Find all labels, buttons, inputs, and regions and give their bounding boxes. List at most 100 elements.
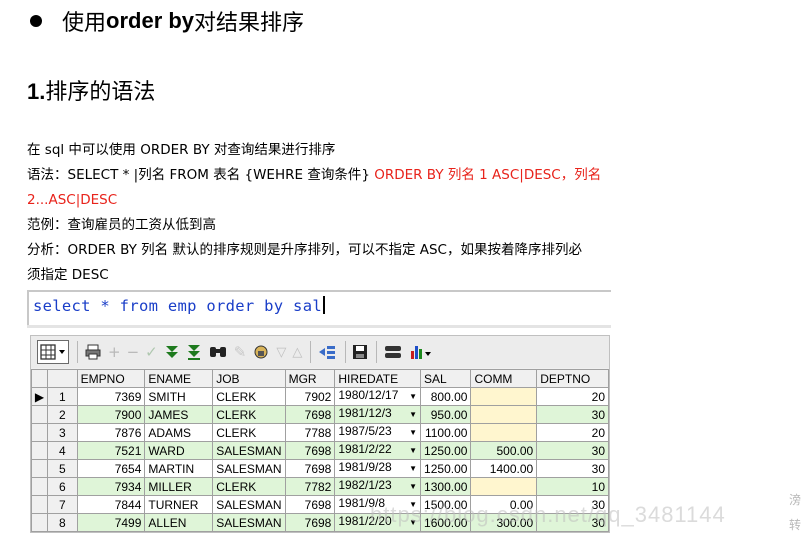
sort-asc-icon[interactable]: △: [292, 341, 302, 363]
dropdown-arrow-icon[interactable]: ▼: [405, 461, 417, 477]
cell-sal[interactable]: 1250.00: [420, 459, 472, 478]
cell-mgr[interactable]: 7698: [284, 459, 336, 478]
cell-job[interactable]: SALESMAN: [212, 459, 286, 478]
cell-job[interactable]: CLERK: [212, 405, 286, 424]
cell-deptno[interactable]: 10: [536, 477, 609, 496]
save-icon[interactable]: [352, 341, 368, 363]
cell-job[interactable]: CLERK: [212, 387, 286, 406]
cell-hiredate[interactable]: ▼ 1987/5/23: [334, 423, 422, 442]
cell-ename[interactable]: SMITH: [144, 387, 214, 406]
column-header[interactable]: SAL: [420, 369, 472, 388]
cell-deptno[interactable]: 20: [536, 387, 609, 406]
fetch-last-icon[interactable]: [186, 341, 202, 363]
cell-mgr[interactable]: 7902: [284, 387, 336, 406]
cell-ename[interactable]: WARD: [144, 441, 214, 460]
cell-sal[interactable]: 1250.00: [420, 441, 472, 460]
cell-empno[interactable]: 7934: [76, 477, 146, 496]
cell-deptno[interactable]: 30: [536, 441, 609, 460]
filter-icon[interactable]: ▽: [276, 341, 286, 363]
cell-hiredate[interactable]: ▼ 1982/1/23: [334, 477, 422, 496]
cell-comm[interactable]: 1400.00: [470, 459, 538, 478]
cell-empno[interactable]: 7844: [76, 495, 146, 514]
dropdown-arrow-icon[interactable]: ▼: [405, 443, 417, 459]
current-row-indicator-icon: ▶: [31, 387, 48, 406]
cell-mgr[interactable]: 7698: [284, 441, 336, 460]
cell-job[interactable]: SALESMAN: [212, 513, 286, 532]
cell-empno[interactable]: 7369: [76, 387, 146, 406]
cell-mgr[interactable]: 7782: [284, 477, 336, 496]
lock-icon[interactable]: [252, 341, 270, 363]
cell-deptno[interactable]: 20: [536, 423, 609, 442]
cell-job[interactable]: CLERK: [212, 423, 286, 442]
column-header[interactable]: ENAME: [144, 369, 214, 388]
cell-hiredate[interactable]: ▼ 1980/12/17: [334, 387, 422, 406]
sql-editor[interactable]: select * from emp order by sal: [27, 290, 611, 326]
table-row[interactable]: 4 7521 WARD SALESMAN 7698 ▼ 1981/2/22 125…: [31, 441, 609, 460]
print-icon[interactable]: [84, 341, 102, 363]
table-row[interactable]: 2 7900 JAMES CLERK 7698 ▼ 1981/12/3 950.0…: [31, 405, 609, 424]
cell-mgr[interactable]: 7698: [284, 513, 336, 532]
chart-icon[interactable]: [409, 341, 433, 363]
dropdown-arrow-icon[interactable]: ▼: [405, 479, 417, 495]
cell-empno[interactable]: 7876: [76, 423, 146, 442]
editor-scrollbar[interactable]: [27, 325, 611, 328]
column-header[interactable]: COMM: [470, 369, 538, 388]
cell-comm[interactable]: 500.00: [470, 441, 538, 460]
cell-ename[interactable]: MILLER: [144, 477, 214, 496]
cell-comm[interactable]: [470, 423, 538, 442]
cell-ename[interactable]: ALLEN: [144, 513, 214, 532]
table-row[interactable]: 6 7934 MILLER CLERK 7782 ▼ 1982/1/23 1300…: [31, 477, 609, 496]
cell-deptno[interactable]: 30: [536, 459, 609, 478]
dropdown-arrow-icon[interactable]: ▼: [405, 407, 417, 423]
column-header[interactable]: MGR: [284, 369, 336, 388]
cell-sal[interactable]: 950.00: [420, 405, 472, 424]
sub-heading-number: 1.: [27, 79, 46, 104]
delete-row-icon[interactable]: −: [127, 341, 140, 363]
cell-sal[interactable]: 1100.00: [420, 423, 472, 442]
dropdown-arrow-icon[interactable]: ▼: [405, 425, 417, 441]
cell-mgr[interactable]: 7698: [284, 405, 336, 424]
cell-comm[interactable]: [470, 405, 538, 424]
cell-ename[interactable]: ADAMS: [144, 423, 214, 442]
cell-mgr[interactable]: 7698: [284, 495, 336, 514]
column-header[interactable]: DEPTNO: [536, 369, 609, 388]
cell-job[interactable]: SALESMAN: [212, 441, 286, 460]
cell-hiredate[interactable]: ▼ 1981/12/3: [334, 405, 422, 424]
cell-job[interactable]: CLERK: [212, 477, 286, 496]
post-icon[interactable]: ✓: [145, 341, 158, 363]
cell-hiredate[interactable]: ▼ 1981/2/22: [334, 441, 422, 460]
cell-ename[interactable]: TURNER: [144, 495, 214, 514]
find-icon[interactable]: [208, 341, 228, 363]
column-header[interactable]: EMPNO: [76, 369, 146, 388]
cell-ename[interactable]: JAMES: [144, 405, 214, 424]
add-row-icon[interactable]: +: [108, 341, 121, 363]
cell-hiredate[interactable]: ▼ 1981/9/28: [334, 459, 422, 478]
cell-comm[interactable]: [470, 477, 538, 496]
cell-sal[interactable]: 1300.00: [420, 477, 472, 496]
query-by-example-icon[interactable]: [383, 341, 403, 363]
clear-icon[interactable]: ✎: [234, 341, 247, 363]
row-number-header: [46, 369, 78, 388]
cell-empno[interactable]: 7499: [76, 513, 146, 532]
cell-empno[interactable]: 7900: [76, 405, 146, 424]
table-row[interactable]: 5 7654 MARTIN SALESMAN 7698 ▼ 1981/9/28 1…: [31, 459, 609, 478]
row-number: 8: [46, 513, 78, 532]
cell-comm[interactable]: [470, 387, 538, 406]
grid-view-icon[interactable]: [37, 340, 69, 364]
cell-ename[interactable]: MARTIN: [144, 459, 214, 478]
fetch-next-icon[interactable]: [164, 341, 180, 363]
column-header[interactable]: JOB: [212, 369, 286, 388]
dropdown-arrow-icon[interactable]: ▼: [405, 389, 417, 405]
table-row[interactable]: 3 7876 ADAMS CLERK 7788 ▼ 1987/5/23 1100.…: [31, 423, 609, 442]
cell-empno[interactable]: 7521: [76, 441, 146, 460]
cell-job[interactable]: SALESMAN: [212, 495, 286, 514]
cell-deptno[interactable]: 30: [536, 405, 609, 424]
sql-query-line[interactable]: select * from emp order by sal: [33, 296, 325, 315]
table-row[interactable]: ▶ 1 7369 SMITH CLERK 7902 ▼ 1980/12/17 80…: [31, 387, 609, 406]
cell-empno[interactable]: 7654: [76, 459, 146, 478]
column-header[interactable]: HIREDATE: [334, 369, 422, 388]
export-icon[interactable]: [317, 341, 337, 363]
sql-query-text: select * from emp order by sal: [33, 297, 322, 315]
cell-sal[interactable]: 800.00: [420, 387, 472, 406]
cell-mgr[interactable]: 7788: [284, 423, 336, 442]
